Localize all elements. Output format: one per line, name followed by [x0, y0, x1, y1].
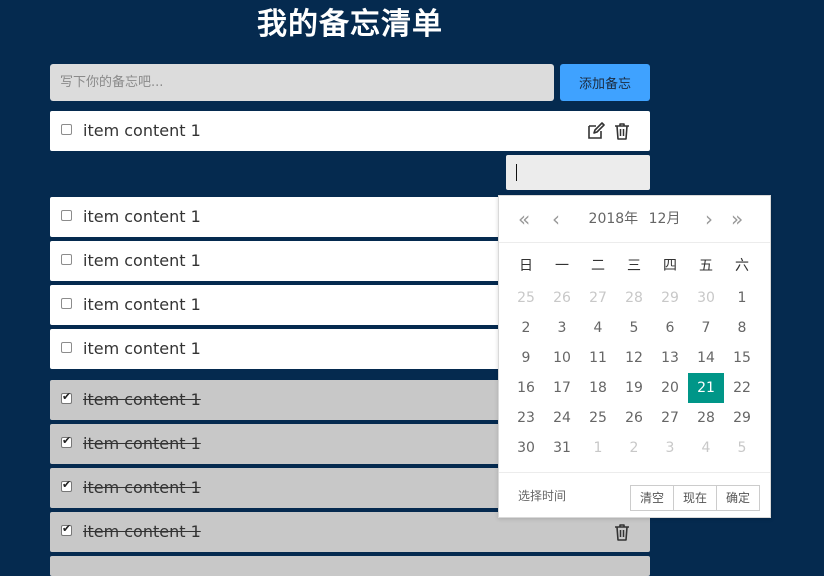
calendar-day[interactable]: 25 [580, 403, 616, 433]
item-text: item content 1 [83, 522, 201, 541]
item-checkbox-checked[interactable]: ✔ [61, 522, 72, 536]
item-checkbox-checked[interactable]: ✔ [61, 390, 72, 404]
composer: 添加备忘 [50, 64, 650, 101]
edit-icon[interactable] [586, 121, 606, 141]
item-text: item content 1 [83, 390, 201, 409]
calendar-day[interactable]: 18 [580, 373, 616, 403]
weekday-label: 四 [663, 258, 677, 274]
weekday-label: 二 [591, 258, 605, 274]
item-checkbox[interactable] [61, 342, 72, 353]
calendar-day[interactable]: 26 [616, 403, 652, 433]
calendar-day[interactable]: 4 [688, 433, 724, 463]
item-checkbox-checked[interactable]: ✔ [61, 478, 72, 492]
calendar-day[interactable]: 1 [724, 283, 760, 313]
next-month-icon[interactable]: › [705, 196, 713, 242]
item-text: item content 1 [83, 339, 201, 358]
calendar-day[interactable]: 20 [652, 373, 688, 403]
item-text: item content 1 [83, 251, 201, 270]
calendar-day[interactable]: 31 [544, 433, 580, 463]
text-caret [516, 164, 517, 181]
calendar-day[interactable]: 24 [544, 403, 580, 433]
calendar-day[interactable]: 28 [616, 283, 652, 313]
confirm-button[interactable]: 确定 [715, 485, 760, 511]
item-checkbox[interactable] [61, 124, 72, 135]
list-item-partial [50, 556, 650, 576]
calendar-day[interactable]: 13 [652, 343, 688, 373]
item-checkbox[interactable] [61, 254, 72, 265]
calendar-day[interactable]: 9 [508, 343, 544, 373]
item-text: item content 1 [83, 434, 201, 453]
calendar-day[interactable]: 6 [652, 313, 688, 343]
calendar-day[interactable]: 7 [688, 313, 724, 343]
list-item[interactable]: item content 1 [50, 111, 650, 151]
calendar-day[interactable]: 29 [724, 403, 760, 433]
calendar-day[interactable]: 14 [688, 343, 724, 373]
weekday-label: 六 [735, 258, 749, 274]
weekday-label: 五 [699, 258, 713, 274]
day-grid: 25 26 27 28 29 30 1 2 3 4 5 6 7 8 9 10 11 12 13 14 15 16 17 18 1… [508, 283, 761, 463]
calendar-day[interactable]: 3 [544, 313, 580, 343]
calendar-day[interactable]: 4 [580, 313, 616, 343]
calendar-day[interactable]: 28 [688, 403, 724, 433]
year-selector[interactable]: 2018年 [589, 211, 639, 227]
calendar-day[interactable]: 11 [580, 343, 616, 373]
page-title: 我的备忘清单 [257, 7, 443, 42]
item-text: item content 1 [83, 207, 201, 226]
calendar-day[interactable]: 3 [652, 433, 688, 463]
date-picker-header: « ‹ 2018年 12月 › » [499, 196, 770, 243]
select-time-link[interactable]: 选择时间 [518, 473, 566, 519]
calendar-day[interactable]: 15 [724, 343, 760, 373]
calendar-day[interactable]: 23 [508, 403, 544, 433]
clear-button[interactable]: 清空 [629, 485, 674, 511]
item-text: item content 1 [83, 478, 201, 497]
prev-month-icon[interactable]: ‹ [552, 196, 560, 242]
calendar-day[interactable]: 30 [688, 283, 724, 313]
calendar-day[interactable]: 10 [544, 343, 580, 373]
calendar-day[interactable]: 19 [616, 373, 652, 403]
calendar-day[interactable]: 8 [724, 313, 760, 343]
add-memo-button[interactable]: 添加备忘 [560, 64, 650, 101]
date-picker-footer: 选择时间 清空 现在 确定 [499, 472, 770, 519]
calendar-day[interactable]: 22 [724, 373, 760, 403]
calendar-day[interactable]: 25 [508, 283, 544, 313]
memo-input[interactable] [50, 64, 554, 101]
trash-icon[interactable] [612, 522, 632, 542]
calendar-day[interactable]: 30 [508, 433, 544, 463]
weekday-label: 一 [555, 258, 569, 274]
calendar-day[interactable]: 5 [616, 313, 652, 343]
item-text: item content 1 [83, 295, 201, 314]
item-checkbox-checked[interactable]: ✔ [61, 434, 72, 448]
month-selector[interactable]: 12月 [649, 211, 681, 227]
calendar-day[interactable]: 12 [616, 343, 652, 373]
calendar-day[interactable]: 2 [616, 433, 652, 463]
edit-time-input[interactable] [506, 155, 650, 190]
item-checkbox[interactable] [61, 298, 72, 309]
calendar-day[interactable]: 29 [652, 283, 688, 313]
prev-year-icon[interactable]: « [518, 196, 530, 242]
calendar-day[interactable]: 2 [508, 313, 544, 343]
calendar-day[interactable]: 26 [544, 283, 580, 313]
calendar-day[interactable]: 16 [508, 373, 544, 403]
next-year-icon[interactable]: » [731, 196, 743, 242]
calendar-day[interactable]: 1 [580, 433, 616, 463]
calendar-day[interactable]: 17 [544, 373, 580, 403]
date-picker: « ‹ 2018年 12月 › » 日 一 二 三 四 五 六 25 26 27 28… [498, 195, 771, 518]
now-button[interactable]: 现在 [672, 485, 717, 511]
item-text: item content 1 [83, 121, 201, 140]
calendar-day-selected[interactable]: 21 [688, 373, 724, 403]
weekday-label: 三 [627, 258, 641, 274]
calendar-day[interactable]: 27 [580, 283, 616, 313]
weekday-label: 日 [519, 258, 533, 274]
item-checkbox[interactable] [61, 210, 72, 221]
calendar-day[interactable]: 5 [724, 433, 760, 463]
calendar-day[interactable]: 27 [652, 403, 688, 433]
trash-icon[interactable] [612, 121, 632, 141]
weekday-row: 日 一 二 三 四 五 六 [508, 254, 761, 278]
